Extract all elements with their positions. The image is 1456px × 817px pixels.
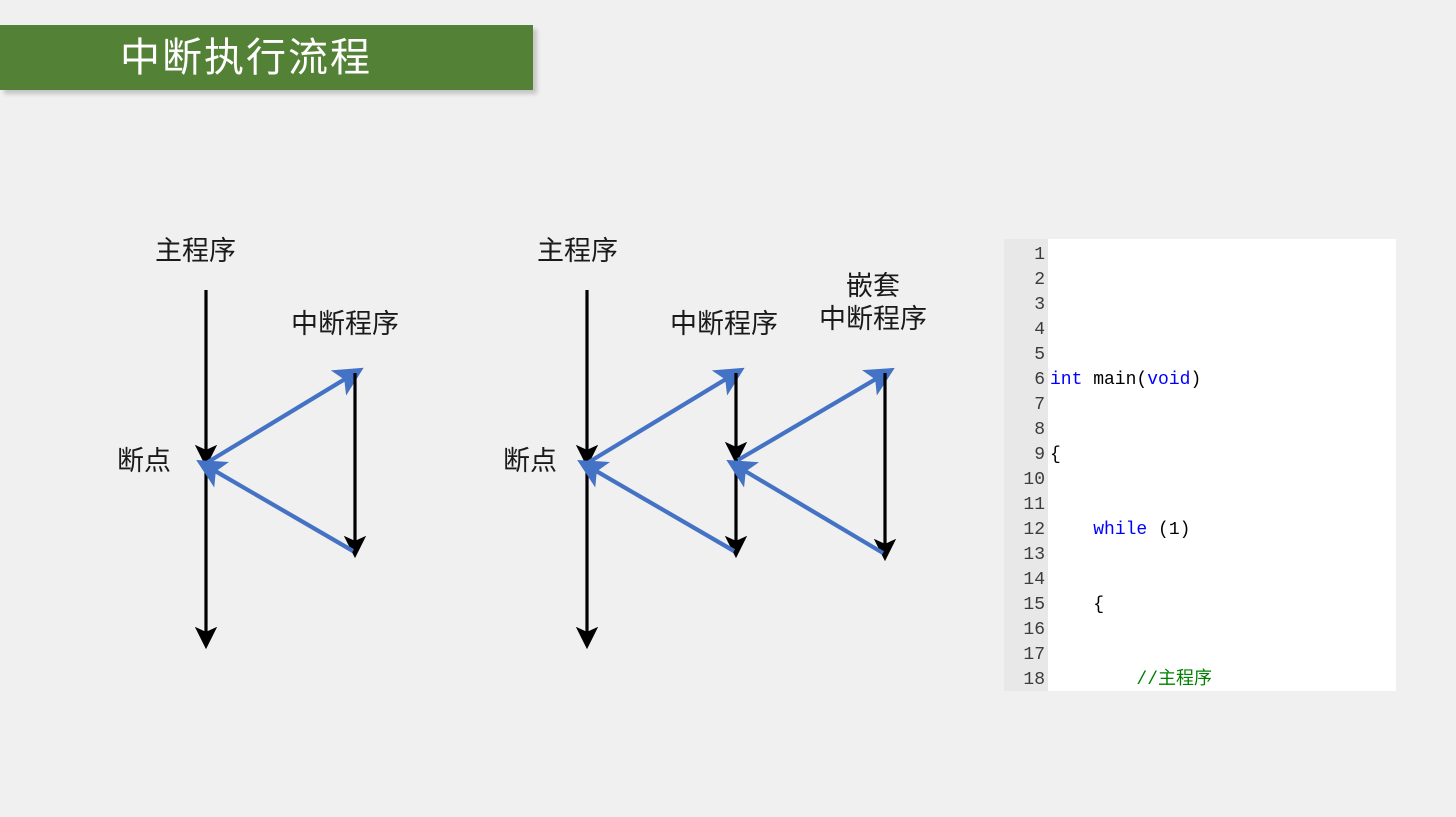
line-number: 12 [1023, 520, 1045, 540]
line-number: 17 [1023, 645, 1045, 665]
keyword-void: void [1147, 370, 1191, 390]
line-number: 7 [1034, 395, 1045, 415]
right-return-from-isr-arrow [577, 459, 736, 553]
line-number: 13 [1023, 545, 1045, 565]
left-main-program-label: 主程序 [155, 236, 236, 266]
line-number: 18 [1023, 670, 1045, 690]
right-return-from-nested-isr-arrow [726, 459, 885, 555]
fn-main: main( [1082, 370, 1148, 390]
left-breakpoint-label: 断点 [117, 446, 171, 476]
code-snippet-block: 1 2 3 4 5 6 7 8 9 10 11 12 13 14 15 16 1… [1004, 239, 1396, 691]
while-cond: (1) [1147, 520, 1191, 540]
line-number: 8 [1034, 420, 1045, 440]
keyword-int: int [1050, 370, 1083, 390]
line-number: 15 [1023, 595, 1045, 615]
line-number: 5 [1034, 345, 1045, 365]
right-interrupt-program-label: 中断程序 [670, 309, 778, 339]
line-number: 6 [1034, 370, 1045, 390]
title-banner: 中断执行流程 [0, 25, 533, 90]
line-number: 16 [1023, 620, 1045, 640]
code-text-area: int main(void) { while (1) { //主程序 //...… [1048, 239, 1396, 691]
line-number: 9 [1034, 445, 1045, 465]
code-line-6: //主程序 [1050, 670, 1213, 690]
line-number: 1 [1034, 245, 1045, 265]
code-line-5: { [1050, 595, 1105, 615]
nested-label-line-2: 中断程序 [819, 303, 927, 334]
line-number: 14 [1023, 570, 1045, 590]
line-number: 3 [1034, 295, 1045, 315]
right-jump-to-nested-isr-arrow [736, 367, 895, 462]
keyword-while: while [1093, 520, 1148, 540]
nested-label-line-1: 嵌套 [846, 271, 900, 301]
code-line-3: { [1050, 445, 1061, 465]
line-number: 11 [1023, 495, 1045, 515]
left-jump-to-isr-arrow [206, 367, 364, 464]
code-line-2: int main(void) [1050, 368, 1396, 393]
line-number: 10 [1023, 470, 1045, 490]
left-return-from-isr-arrow [196, 459, 355, 553]
right-nested-interrupt-label: 嵌套 中断程序 [819, 270, 927, 336]
code-line-4: while (1) [1050, 518, 1396, 543]
left-interrupt-program-label: 中断程序 [291, 309, 399, 339]
page-title: 中断执行流程 [120, 35, 372, 80]
right-jump-to-isr-arrow [587, 367, 745, 464]
right-main-program-label: 主程序 [537, 236, 618, 266]
paren-close: ) [1190, 370, 1202, 390]
line-number: 4 [1034, 320, 1045, 340]
code-line-number-gutter: 1 2 3 4 5 6 7 8 9 10 11 12 13 14 15 16 1… [1004, 239, 1048, 691]
right-breakpoint-label: 断点 [503, 446, 557, 476]
line-number: 2 [1034, 270, 1045, 290]
